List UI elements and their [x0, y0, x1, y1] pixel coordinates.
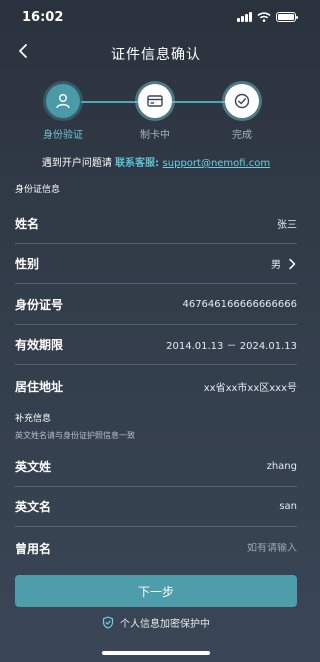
- step-circle: [225, 84, 259, 118]
- step-label: 完成: [232, 130, 252, 141]
- field-english-given-name[interactable]: 英文名 san: [15, 487, 297, 527]
- secure-note: 个人信息加密保护中: [0, 615, 312, 630]
- status-icons: [237, 12, 298, 22]
- status-time: 16:02: [22, 10, 64, 25]
- check-icon: [234, 93, 250, 109]
- chevron-right-icon: [289, 258, 296, 269]
- battery-icon: [276, 12, 298, 22]
- former-name-input[interactable]: [117, 542, 297, 554]
- step-circle: [46, 84, 80, 118]
- support-email-link[interactable]: support@nemofi.com: [163, 158, 271, 169]
- field-value[interactable]: san: [279, 501, 297, 512]
- next-button[interactable]: 下一步: [15, 575, 297, 607]
- signal-icon: [237, 12, 252, 22]
- nav-bar: 证件信息确认: [0, 38, 312, 66]
- field-label: 有效期限: [15, 338, 64, 352]
- field-label: 英文名: [15, 500, 52, 514]
- step-circle: [138, 84, 172, 118]
- step-label: 制卡中: [140, 130, 170, 141]
- section-title-supplement: 补充信息: [15, 414, 52, 424]
- help-prefix: 遇到开户问题请: [41, 158, 116, 169]
- field-english-surname[interactable]: 英文姓 zhang: [15, 447, 297, 487]
- wifi-icon: [257, 12, 271, 22]
- service-label: 联系客服:: [115, 158, 163, 169]
- field-label: 曾用名: [15, 541, 52, 556]
- field-label: 性别: [15, 257, 40, 271]
- section-title-id: 身份证信息: [15, 185, 61, 195]
- field-label: 居住地址: [15, 379, 64, 394]
- section-subtitle: 英文姓名请与身份证护照信息一致: [15, 431, 135, 440]
- field-label: 姓名: [15, 217, 40, 231]
- field-name: 姓名 张三: [15, 204, 297, 244]
- progress-steps: 身份验证 制卡中 完成: [0, 84, 312, 144]
- field-address: 居住地址 xx省xx市xx区xxx号: [15, 366, 297, 406]
- field-label: 身份证号: [15, 298, 64, 312]
- field-value: 张三: [277, 220, 297, 231]
- field-former-name[interactable]: 曾用名: [15, 528, 297, 568]
- step-identity: 身份验证: [28, 84, 98, 141]
- step-label: 身份验证: [43, 130, 83, 141]
- status-bar: 16:02: [0, 0, 312, 34]
- field-value: 2014.01.13 － 2024.01.13: [166, 341, 297, 352]
- secure-text: 个人信息加密保护中: [120, 619, 210, 630]
- field-validity: 有效期限 2014.01.13 － 2024.01.13: [15, 325, 297, 365]
- field-value: xx省xx市xx区xxx号: [203, 382, 297, 394]
- page-title: 证件信息确认: [111, 47, 201, 63]
- field-value: 男: [271, 260, 281, 271]
- field-value[interactable]: zhang: [267, 461, 297, 472]
- step-card: 制卡中: [120, 84, 190, 141]
- shield-icon: [102, 616, 114, 629]
- step-done: 完成: [207, 84, 277, 141]
- gender-value-wrap: 男: [271, 256, 297, 271]
- field-value: 467646166666666666: [182, 299, 297, 310]
- field-label: 英文姓: [15, 460, 52, 474]
- field-id-number: 身份证号 467646166666666666: [15, 285, 297, 325]
- help-line: 遇到开户问题请 联系客服: support@nemofi.com: [0, 154, 312, 169]
- field-gender[interactable]: 性别 男: [15, 244, 297, 284]
- person-icon: [56, 94, 70, 109]
- home-indicator: [102, 651, 210, 655]
- card-icon: [147, 95, 163, 107]
